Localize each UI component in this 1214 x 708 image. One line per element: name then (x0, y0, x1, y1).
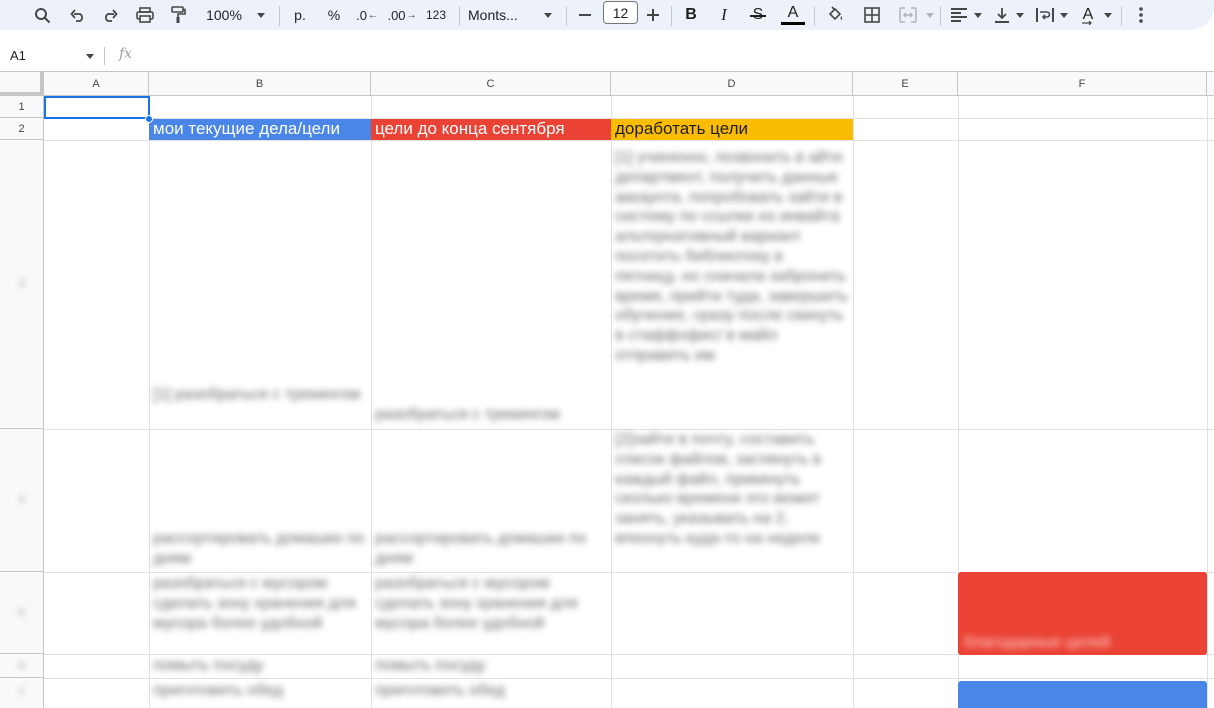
fx-icon: fx (119, 46, 133, 62)
cell-c5[interactable]: разобраться с мусором сделать зону хране… (371, 574, 611, 654)
cell-c4[interactable]: рассортировать домашки по дням (371, 529, 611, 571)
zoom-select[interactable]: 100% (200, 0, 248, 30)
divider (104, 47, 105, 65)
right-arrow-icon: → (406, 9, 417, 21)
percent-format-button[interactable]: % (322, 0, 346, 30)
cell-d3[interactable]: [1] учиненно, позвонить в айти департмен… (611, 148, 853, 429)
column-header-b[interactable]: B (149, 72, 371, 96)
minus-icon[interactable] (575, 0, 595, 30)
cell-b4[interactable]: рассортировать домашки по дням (149, 529, 371, 571)
column-header-d[interactable]: D (611, 72, 853, 96)
name-box[interactable]: A1 (10, 48, 26, 63)
cell-f5-text: благодарные целей (964, 634, 1111, 652)
text-color-icon[interactable]: A (780, 0, 806, 30)
undo-icon[interactable] (66, 0, 90, 30)
selection-outline (44, 96, 150, 119)
align-left-icon[interactable] (948, 0, 970, 30)
decrease-decimals-button[interactable]: .0 ← (355, 0, 379, 30)
cell-c7[interactable]: приготовить обед (371, 681, 611, 705)
cell-c2[interactable]: цели до конца сентября (371, 119, 611, 140)
chevron-down-icon[interactable] (542, 0, 554, 30)
redo-icon[interactable] (98, 0, 122, 30)
column-header-e[interactable]: E (853, 72, 958, 96)
text-wrap-icon[interactable] (1034, 0, 1056, 30)
more-icon[interactable] (1130, 0, 1152, 30)
valign-bottom-icon[interactable] (992, 0, 1012, 30)
chevron-down-icon[interactable] (1102, 0, 1114, 30)
cell-b7[interactable]: приготовить обед (149, 681, 371, 705)
borders-icon[interactable] (860, 0, 884, 30)
cell-d2-text: доработать цели (615, 119, 748, 138)
font-select[interactable]: Monts... (468, 0, 536, 30)
font-size-input[interactable]: 12 (603, 1, 638, 24)
fill-handle[interactable] (145, 115, 153, 123)
column-header-a[interactable]: A (44, 72, 149, 96)
italic-icon[interactable]: I (713, 0, 735, 30)
left-arrow-icon: ← (367, 9, 378, 21)
chevron-down-icon[interactable] (1014, 0, 1026, 30)
chevron-down-icon[interactable] (86, 54, 94, 59)
chevron-down-icon[interactable] (254, 0, 268, 30)
row-header-4[interactable]: 4 (0, 429, 44, 572)
print-icon[interactable] (133, 0, 157, 30)
row-header-5[interactable]: 5 (0, 572, 44, 654)
bold-icon[interactable]: B (680, 0, 702, 30)
currency-format-button[interactable]: р. (288, 0, 312, 30)
cell-b2[interactable]: мои текущие дела/цели (149, 119, 371, 140)
merge-cells-icon[interactable] (896, 0, 920, 30)
text-rotation-icon[interactable]: A (1076, 0, 1100, 30)
font-name: Monts... (468, 7, 518, 23)
row-header-2[interactable]: 2 (0, 118, 44, 140)
zoom-value: 100% (206, 7, 242, 23)
cell-b3[interactable]: [1] разобраться с трекингом (149, 385, 371, 429)
increase-decimals-button[interactable]: .00 → (387, 0, 417, 30)
cell-b5[interactable]: разобраться с мусором сделать зону хране… (149, 574, 371, 654)
column-header-g[interactable] (1207, 72, 1214, 96)
search-icon[interactable] (30, 0, 54, 30)
fill-color-icon[interactable] (824, 0, 848, 30)
sheet-grid[interactable]: A B C D E F 1 2 3 4 5 6 7 мои текущие де… (0, 72, 1214, 708)
chevron-down-icon[interactable] (1058, 0, 1070, 30)
column-header-c[interactable]: C (371, 72, 611, 96)
cell-b2-text: мои текущие дела/цели (153, 119, 340, 138)
cell-b6[interactable]: помыть посуду (149, 656, 371, 678)
cell-c6[interactable]: помыть посуду (371, 656, 611, 678)
row-header-3[interactable]: 3 (0, 140, 44, 429)
select-all-corner[interactable] (0, 72, 44, 96)
plus-icon[interactable] (643, 0, 663, 30)
chevron-down-icon[interactable] (972, 0, 984, 30)
row-header-6[interactable]: 6 (0, 654, 44, 678)
cell-c2-text: цели до конца сентября (375, 119, 565, 138)
column-header-f[interactable]: F (958, 72, 1207, 96)
row-header-7[interactable]: 7 (0, 678, 44, 708)
chevron-down-icon[interactable] (924, 0, 936, 30)
cell-c3[interactable]: разобраться с трекингом (371, 405, 611, 429)
row-header-1[interactable]: 1 (0, 96, 44, 118)
more-formats-button[interactable]: 123 (422, 0, 450, 30)
toolbar: 100% р. % .0← .00→ 123 Monts... 12 B I S… (0, 0, 1214, 30)
cell-d4[interactable]: [2]зайти в почту, составить список файло… (611, 430, 853, 571)
color-block-f7[interactable] (958, 681, 1207, 708)
cell-d2[interactable]: доработать цели (611, 119, 853, 140)
paint-format-icon[interactable] (166, 0, 190, 30)
strikethrough-icon[interactable]: S (747, 0, 769, 30)
formula-bar: A1 fx (0, 40, 1214, 72)
color-block-f5[interactable]: благодарные целей (958, 572, 1207, 655)
